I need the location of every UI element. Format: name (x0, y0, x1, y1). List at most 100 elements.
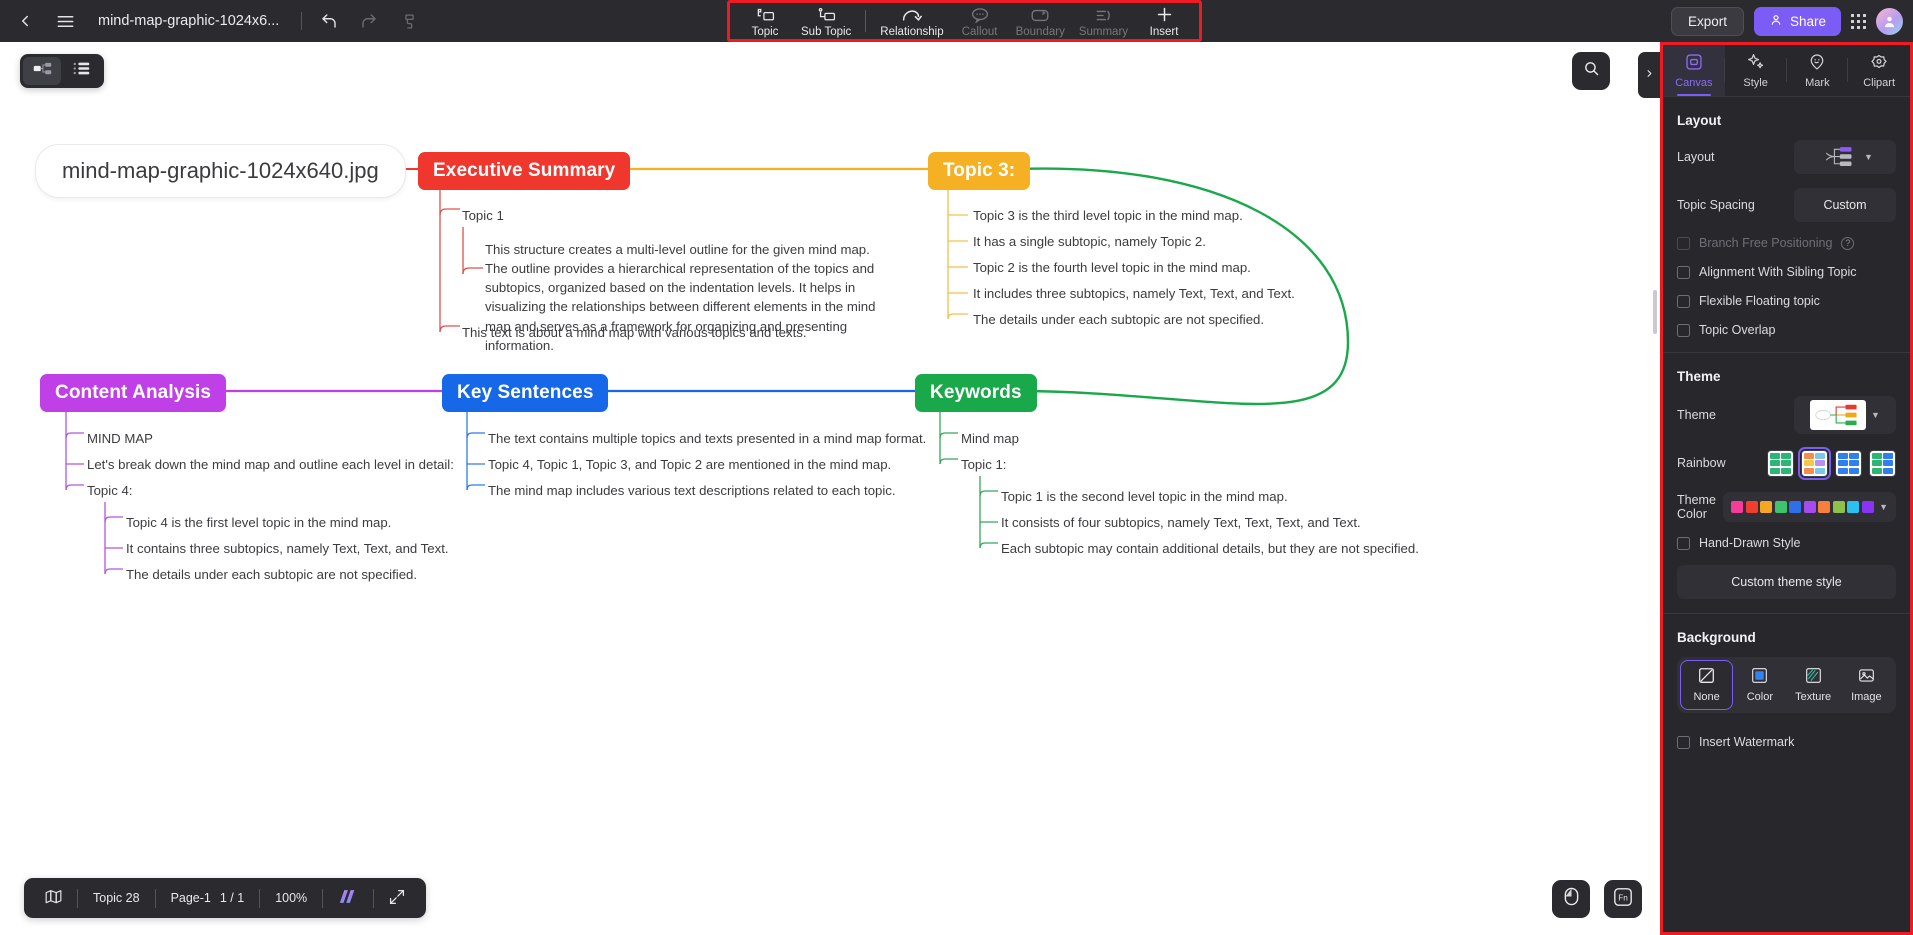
checkbox-box (1677, 294, 1690, 308)
tab-canvas[interactable]: Canvas (1663, 45, 1725, 96)
background-option-image[interactable]: Image (1841, 661, 1892, 709)
leaf-node[interactable]: Topic 4: (87, 483, 132, 500)
leaf-node[interactable]: Topic 1 is the second level topic in the… (1001, 489, 1288, 506)
document-title[interactable]: mind-map-graphic-1024x6... (98, 13, 279, 29)
checkbox-branch-free-positioning[interactable]: Branch Free Positioning ? (1677, 236, 1896, 250)
export-button[interactable]: Export (1670, 6, 1744, 36)
tool-callout[interactable]: Callout (951, 4, 1009, 39)
outline-view-button[interactable] (63, 57, 101, 85)
topic-node-topic-3[interactable]: Topic 3: (928, 152, 1031, 190)
tab-clipart[interactable]: Clipart (1848, 45, 1910, 96)
root-node[interactable]: mind-map-graphic-1024x640.jpg (35, 144, 406, 198)
checkbox-alignment-with-sibling-topic[interactable]: Alignment With Sibling Topic (1677, 265, 1896, 279)
tool-boundary[interactable]: Boundary (1009, 4, 1072, 39)
map-overview-button[interactable] (30, 885, 77, 911)
leaf-node[interactable]: MIND MAP (87, 431, 153, 448)
page-indicator[interactable]: Page-1 1 / 1 (156, 885, 260, 911)
layout-selector[interactable]: ▼ (1794, 140, 1896, 174)
rainbow-swatch-group (1767, 446, 1896, 480)
rainbow-swatch-3[interactable] (1869, 449, 1896, 477)
right-panel-toggle[interactable] (1638, 52, 1660, 98)
checkbox-label: Branch Free Positioning (1699, 236, 1833, 250)
canvas-search-button[interactable] (1572, 52, 1610, 90)
background-option-color[interactable]: Color (1734, 661, 1785, 709)
checkbox-label: Flexible Floating topic (1699, 294, 1820, 308)
fullscreen-button[interactable] (374, 885, 420, 911)
panel-scrollbar[interactable] (1653, 290, 1657, 334)
leaf-node[interactable]: It includes three subtopics, namely Text… (973, 286, 1295, 303)
leaf-node[interactable]: Topic 4, Topic 1, Topic 3, and Topic 2 a… (488, 457, 891, 474)
texture-hatch-icon (1805, 667, 1822, 687)
format-painter-button[interactable] (390, 4, 428, 38)
mindmap-canvas[interactable]: mind-map-graphic-1024x640.jpg Executive … (0, 42, 1660, 935)
mouse-mode-button[interactable] (1552, 880, 1590, 918)
fn-shortcut-button[interactable]: Fn (1604, 880, 1642, 918)
tool-insert[interactable]: Insert (1135, 4, 1193, 39)
mark-smiley-pin-icon (1808, 53, 1826, 74)
topic-node-key-sentences[interactable]: Key Sentences (442, 374, 609, 412)
undo-button[interactable] (310, 4, 348, 38)
topic-node-keywords[interactable]: Keywords (915, 374, 1037, 412)
topic-node-executive-summary[interactable]: Executive Summary (418, 152, 631, 190)
leaf-node[interactable]: Mind map (961, 431, 1019, 448)
theme-color-selector[interactable]: ▼ (1723, 492, 1896, 522)
mindmap-view-button[interactable] (23, 57, 61, 85)
layout-section-heading: Layout (1677, 113, 1722, 128)
leaf-node[interactable]: It has a single subtopic, namely Topic 2… (973, 234, 1206, 251)
leaf-node[interactable]: The details under each subtopic are not … (126, 567, 417, 584)
leaf-node[interactable]: It consists of four subtopics, namely Te… (1001, 515, 1361, 532)
user-avatar[interactable] (1876, 7, 1903, 35)
leaf-node[interactable]: Topic 2 is the fourth level topic in the… (973, 260, 1251, 277)
rainbow-swatch-1[interactable] (1797, 446, 1832, 480)
leaf-node[interactable]: It contains three subtopics, namely Text… (126, 541, 449, 558)
share-button[interactable]: Share (1753, 6, 1841, 36)
rainbow-swatch-2[interactable] (1835, 449, 1862, 477)
leaf-node[interactable]: The text contains multiple topics and te… (488, 431, 926, 448)
ai-assistant-button[interactable] (323, 885, 373, 911)
chevron-down-icon: ▼ (1864, 152, 1873, 162)
tab-style[interactable]: Style (1725, 45, 1787, 96)
theme-selector[interactable]: ▼ (1794, 396, 1896, 434)
checkbox-topic-overlap[interactable]: Topic Overlap (1677, 323, 1896, 337)
checkbox-insert-watermark[interactable]: Insert Watermark (1677, 735, 1896, 749)
checkbox-hand-drawn-style[interactable]: Hand-Drawn Style (1677, 536, 1896, 550)
leaf-node[interactable]: Topic 1: (961, 457, 1006, 474)
tab-mark[interactable]: Mark (1787, 45, 1849, 96)
topic-count[interactable]: Topic 28 (78, 885, 155, 911)
redo-button[interactable] (350, 4, 388, 38)
tool-topic-label: Topic (751, 25, 779, 38)
leaf-node[interactable]: Topic 3 is the third level topic in the … (973, 208, 1243, 225)
chevron-down-icon: ▼ (1879, 502, 1888, 512)
hamburger-menu-button[interactable] (46, 4, 84, 38)
leaf-node[interactable]: The details under each subtopic are not … (973, 312, 1264, 329)
leaf-node[interactable]: Topic 1 (462, 208, 504, 225)
checkbox-label: Hand-Drawn Style (1699, 536, 1801, 550)
checkbox-flexible-floating-topic[interactable]: Flexible Floating topic (1677, 294, 1896, 308)
tool-topic[interactable]: Topic (736, 4, 794, 39)
theme-color-row: Theme Color ▼ (1677, 492, 1896, 522)
topbar-left-group: mind-map-graphic-1024x6... (0, 4, 428, 38)
apps-grid-icon[interactable] (1851, 13, 1866, 29)
plus-icon (1155, 6, 1174, 23)
topic-node-content-analysis[interactable]: Content Analysis (40, 374, 227, 412)
leaf-node[interactable]: Let's break down the mind map and outlin… (87, 457, 454, 474)
background-option-none[interactable]: None (1679, 660, 1734, 710)
custom-theme-style-button[interactable]: Custom theme style (1677, 565, 1896, 599)
page-label: Page-1 (170, 891, 211, 905)
leaf-node[interactable]: Topic 4 is the first level topic in the … (126, 515, 391, 532)
tool-summary[interactable]: Summary (1072, 4, 1135, 39)
insert-tools-toolbar: Topic Sub Topic Relationship Callout Bou… (727, 0, 1203, 42)
leaf-node[interactable]: Each subtopic may contain additional det… (1001, 541, 1419, 558)
topic-spacing-button[interactable]: Custom (1794, 188, 1896, 222)
canvas-frame-icon (1685, 53, 1703, 74)
zoom-level[interactable]: 100% (260, 885, 322, 911)
back-button[interactable] (6, 4, 44, 38)
sub-topic-icon (817, 6, 836, 23)
rainbow-swatch-0[interactable] (1767, 449, 1794, 477)
tool-sub-topic[interactable]: Sub Topic (794, 4, 858, 39)
background-option-texture[interactable]: Texture (1788, 661, 1839, 709)
help-icon[interactable]: ? (1841, 236, 1855, 250)
leaf-node[interactable]: This text is about a mind map with vario… (462, 325, 807, 342)
tool-relationship[interactable]: Relationship (873, 4, 950, 39)
leaf-node[interactable]: The mind map includes various text descr… (488, 483, 896, 500)
